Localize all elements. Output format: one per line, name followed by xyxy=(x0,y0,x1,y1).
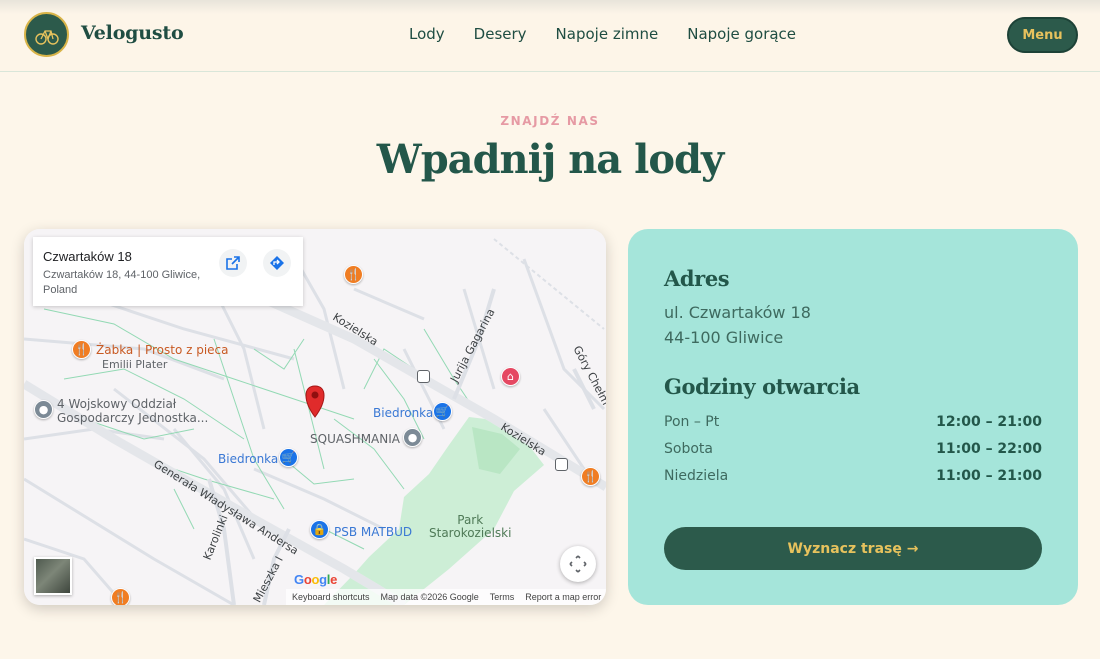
menu-button[interactable]: Menu xyxy=(1007,17,1078,53)
map-label-biedronka-2[interactable]: Biedronka xyxy=(218,452,278,466)
bicycle-icon xyxy=(34,29,59,45)
address-line-1: ul. Czwartaków 18 xyxy=(664,303,811,322)
map-data-text: Map data ©2026 Google xyxy=(380,592,479,602)
place-info-card: Czwartaków 18 Czwartaków 18, 44-100 Gliw… xyxy=(33,237,303,306)
directions-icon[interactable] xyxy=(263,249,291,277)
section-eyebrow: ZNAJDŹ NAS xyxy=(500,114,600,128)
map-label-park[interactable]: Park Starokozielski xyxy=(429,514,511,540)
report-error-link[interactable]: Report a map error xyxy=(525,592,601,602)
terms-link[interactable]: Terms xyxy=(490,592,515,602)
address-heading: Adres xyxy=(664,266,730,291)
shop-icon[interactable]: 🔒 xyxy=(310,520,329,539)
place-name: Czwartaków 18 xyxy=(43,249,132,264)
place-icon[interactable]: ● xyxy=(403,428,422,447)
site-header: Velogusto Lody Desery Napoje zimne Napoj… xyxy=(0,0,1100,72)
map-label-emilii: Emilii Plater xyxy=(102,358,168,371)
shopping-cart-icon[interactable]: 🛒 xyxy=(433,402,452,421)
section-title: Wpadnij na lody xyxy=(376,136,724,183)
restaurant-icon[interactable]: 🍴 xyxy=(72,340,91,359)
info-panel: Adres ul. Czwartaków 18 44-100 Gliwice G… xyxy=(628,229,1078,605)
hours-row: Sobota 11:00 – 22:00 xyxy=(664,438,1042,460)
place-icon[interactable]: ● xyxy=(34,400,53,419)
map-label-psb[interactable]: PSB MATBUD xyxy=(334,525,412,539)
shopping-cart-icon[interactable]: 🛒 xyxy=(279,448,298,467)
map-label-squashmania[interactable]: SQUASHMANIA xyxy=(310,432,400,446)
map-attribution: Keyboard shortcuts Map data ©2026 Google… xyxy=(286,589,606,605)
nav-napoje-gorace[interactable]: Napoje gorące xyxy=(687,25,796,43)
nav-desery[interactable]: Desery xyxy=(474,25,527,43)
hours-time: 11:00 – 21:00 xyxy=(936,468,1042,484)
satellite-toggle[interactable] xyxy=(34,557,72,595)
brand-name[interactable]: Velogusto xyxy=(81,22,184,44)
map-label-wojskowy[interactable]: 4 Wojskowy Oddział Gospodarczy Jednostka… xyxy=(57,397,208,425)
hours-time: 12:00 – 21:00 xyxy=(936,414,1042,430)
map-label-zabka[interactable]: Żabka | Prosto z pieca xyxy=(96,343,229,357)
google-logo: Google xyxy=(294,572,338,587)
hours-day: Pon – Pt xyxy=(664,414,720,430)
restaurant-icon[interactable]: 🍴 xyxy=(111,588,130,605)
main-nav: Lody Desery Napoje zimne Napoje gorące xyxy=(409,25,796,43)
hours-day: Sobota xyxy=(664,441,713,457)
hours-heading: Godziny otwarcia xyxy=(664,374,860,399)
hours-time: 11:00 – 22:00 xyxy=(936,441,1042,457)
header-shade xyxy=(0,0,1100,14)
restaurant-icon[interactable]: 🍴 xyxy=(344,265,363,284)
bus-stop-icon[interactable] xyxy=(555,458,568,471)
hospital-icon[interactable]: ⌂ xyxy=(501,367,520,386)
bus-stop-icon[interactable] xyxy=(417,370,430,383)
address-line-2: 44-100 Gliwice xyxy=(664,328,784,347)
fullscreen-icon[interactable] xyxy=(560,546,596,582)
place-address: Czwartaków 18, 44-100 Gliwice, Poland xyxy=(43,269,201,296)
map-label-biedronka-1[interactable]: Biedronka xyxy=(373,406,433,420)
route-button[interactable]: Wyznacz trasę → xyxy=(664,527,1042,570)
nav-napoje-zimne[interactable]: Napoje zimne xyxy=(556,25,659,43)
logo[interactable] xyxy=(24,12,69,57)
hours-row: Niedziela 11:00 – 21:00 xyxy=(664,465,1042,487)
open-external-icon[interactable] xyxy=(219,249,247,277)
restaurant-icon[interactable]: 🍴 xyxy=(581,467,600,486)
map-embed[interactable]: 🍴 🍴 ● 🛒 🛒 ● ⌂ 🍴 🔒 🍴 Żabka | Prosto z pie… xyxy=(24,229,606,605)
hours-row: Pon – Pt 12:00 – 21:00 xyxy=(664,411,1042,433)
keyboard-shortcuts-link[interactable]: Keyboard shortcuts xyxy=(292,592,370,602)
nav-lody[interactable]: Lody xyxy=(409,25,445,43)
hours-day: Niedziela xyxy=(664,468,729,484)
